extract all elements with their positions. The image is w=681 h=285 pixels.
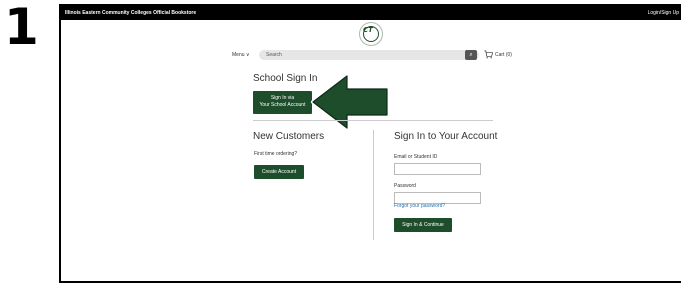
email-label: Email or Student ID: [394, 154, 438, 160]
forgot-password-link[interactable]: Forgot your password?: [394, 203, 445, 209]
step-number: 1: [4, 0, 39, 56]
college-logo[interactable]: CT: [359, 22, 383, 46]
cart-link[interactable]: Cart (0): [495, 52, 512, 58]
column-divider: [373, 130, 374, 240]
search-button[interactable]: ⌕: [465, 50, 477, 60]
site-name: Illinois Eastern Community Colleges Offi…: [65, 10, 197, 16]
pointer-arrow-icon: [311, 74, 389, 130]
cart-icon[interactable]: [484, 50, 493, 59]
new-customers-heading: New Customers: [253, 131, 325, 142]
search-icon: ⌕: [469, 52, 473, 58]
search-input[interactable]: Search: [259, 50, 479, 60]
login-link[interactable]: Login/Sign Up: [648, 6, 679, 20]
school-signin-button-line2: Your School Account: [259, 102, 306, 108]
section-divider: [253, 120, 493, 121]
browser-screenshot: Illinois Eastern Community Colleges Offi…: [59, 4, 681, 283]
first-time-text: First time ordering?: [254, 151, 298, 157]
school-signin-button[interactable]: Sign In via Your School Account: [253, 91, 312, 114]
top-bar: Illinois Eastern Community Colleges Offi…: [61, 6, 681, 20]
logo-letters: CT: [363, 26, 373, 34]
signin-continue-button[interactable]: Sign In & Continue: [394, 218, 452, 232]
password-label: Password: [394, 183, 416, 189]
email-field[interactable]: [394, 163, 481, 175]
school-signin-button-line1: Sign In via: [270, 95, 295, 101]
menu-dropdown[interactable]: Menu ∨: [232, 52, 250, 58]
create-account-button[interactable]: Create Account: [254, 165, 304, 179]
account-signin-heading: Sign In to Your Account: [394, 131, 498, 142]
school-signin-heading: School Sign In: [253, 73, 318, 84]
